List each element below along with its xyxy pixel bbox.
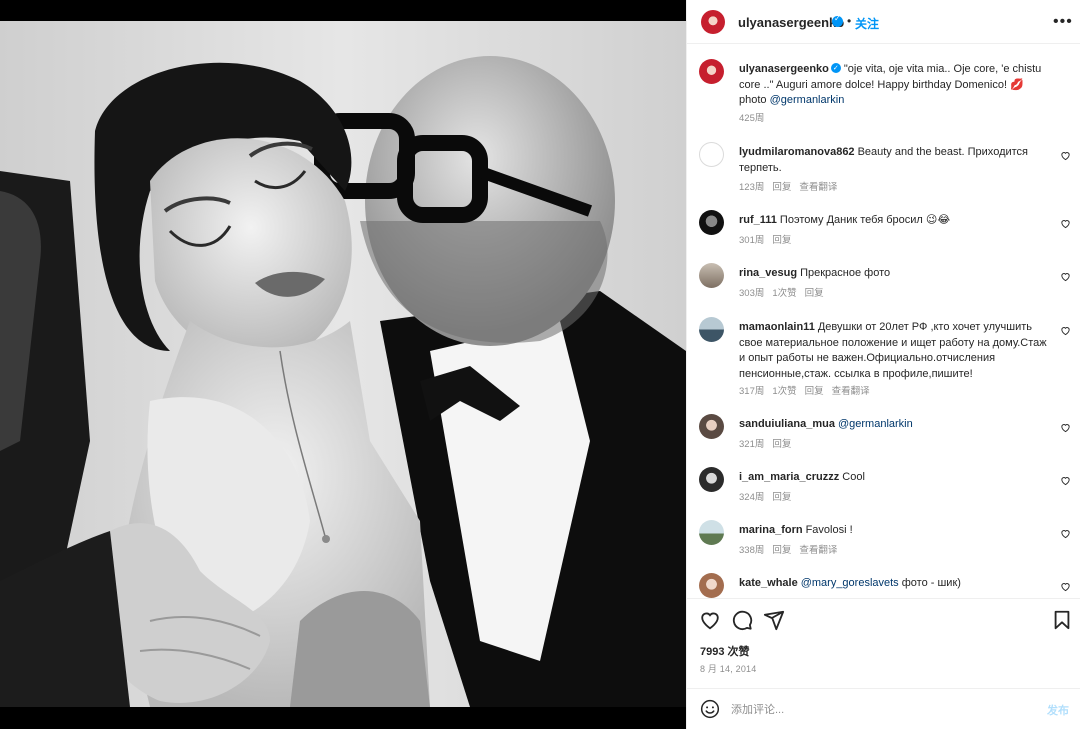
comment-username[interactable]: sanduiuliana_mua [739, 418, 835, 430]
comment-like-heart-icon[interactable] [1060, 475, 1071, 486]
post-side-panel: ulyanasergeenko • 关注 ••• ulyanasergeenko… [686, 0, 1080, 729]
comment-timestamp[interactable]: 324周 [739, 492, 764, 503]
see-translation-button[interactable]: 查看翻译 [832, 386, 870, 397]
comment-text-block: rina_vesug Прекрасное фото [739, 266, 1051, 282]
comment-timestamp[interactable]: 301周 [739, 235, 764, 246]
comment-text: Поэтому Даник тебя бросил 😉😂 [779, 214, 951, 226]
add-comment-input[interactable] [731, 702, 1031, 718]
post-actions: 7993 次赞 8 月 14, 2014 [687, 598, 1080, 688]
caption-meta: 425周 [739, 110, 772, 124]
see-translation-button[interactable]: 查看翻译 [799, 182, 837, 193]
reply-button[interactable]: 回复 [772, 439, 791, 450]
commenter-avatar[interactable] [699, 414, 724, 439]
reply-button[interactable]: 回复 [772, 545, 791, 556]
reply-button[interactable]: 回复 [805, 386, 824, 397]
share-icon[interactable] [763, 609, 785, 631]
reply-button[interactable]: 回复 [772, 235, 791, 246]
more-options-icon[interactable]: ••• [1053, 13, 1073, 31]
comment-text-block: sanduiuliana_mua @germanlarkin [739, 417, 1051, 433]
comment-like-count[interactable]: 1次赞 [772, 386, 796, 397]
comment-meta: 338周 回复 查看翻译 [739, 542, 845, 556]
comment-text: Прекрасное фото [800, 267, 891, 279]
post-photo[interactable] [0, 21, 686, 707]
comment-like-heart-icon[interactable] [1060, 271, 1071, 282]
comment-timestamp[interactable]: 321周 [739, 439, 764, 450]
comment-text-block: marina_forn Favolosi ! [739, 523, 1051, 539]
caption-text-block: ulyanasergeenko"oje vita, oje vita mia..… [739, 61, 1051, 109]
comment-like-heart-icon[interactable] [1060, 581, 1071, 592]
comment-username[interactable]: mamaonlain11 [739, 321, 815, 333]
comment-mention-link[interactable]: @germanlarkin [838, 418, 913, 430]
comment-meta: 301周 回复 [739, 232, 799, 246]
bookmark-icon[interactable] [1051, 609, 1073, 631]
emoji-icon[interactable] [700, 699, 720, 719]
comment-username[interactable]: lyudmilaromanova862 [739, 146, 855, 158]
comment-username[interactable]: ruf_111 [739, 214, 777, 226]
comment-text: фото - шик) [898, 577, 961, 589]
comment-username[interactable]: rina_vesug [739, 267, 797, 279]
comment-text: Cool [842, 471, 865, 483]
comment-like-count[interactable]: 1次赞 [772, 288, 796, 299]
caption-author-avatar[interactable] [699, 59, 724, 84]
comment-username[interactable]: i_am_maria_cruzzz [739, 471, 839, 483]
author-username[interactable]: ulyanasergeenko [738, 15, 844, 30]
commenter-avatar[interactable] [699, 263, 724, 288]
reply-button[interactable]: 回复 [805, 288, 824, 299]
comment-meta: 303周 1次赞 回复 [739, 285, 832, 299]
comment-meta: 317周 1次赞 回复 查看翻译 [739, 383, 878, 397]
follow-button[interactable]: 关注 [855, 15, 879, 32]
comment-icon[interactable] [731, 609, 753, 631]
commenter-avatar[interactable] [699, 520, 724, 545]
comment-timestamp[interactable]: 338周 [739, 545, 764, 556]
commenter-avatar[interactable] [699, 317, 724, 342]
comments-list[interactable]: ulyanasergeenko"oje vita, oje vita mia..… [687, 45, 1080, 598]
separator-dot: • [847, 14, 852, 28]
comment-like-heart-icon[interactable] [1060, 218, 1071, 229]
comment-meta: 321周 回复 [739, 436, 799, 450]
comment-mention-link[interactable]: @mary_goreslavets [801, 577, 899, 589]
see-translation-button[interactable]: 查看翻译 [799, 545, 837, 556]
comment-timestamp[interactable]: 303周 [739, 288, 764, 299]
comment-like-heart-icon[interactable] [1060, 150, 1071, 161]
commenter-avatar[interactable] [699, 467, 724, 492]
commenter-avatar[interactable] [699, 573, 724, 598]
comment-meta: 324周 回复 [739, 489, 799, 503]
post-comment-button[interactable]: 发布 [1047, 702, 1069, 718]
comment-like-heart-icon[interactable] [1060, 528, 1071, 539]
comment-timestamp[interactable]: 123周 [739, 182, 764, 193]
comment-like-heart-icon[interactable] [1060, 422, 1071, 433]
comment-like-heart-icon[interactable] [1060, 325, 1071, 336]
author-avatar[interactable] [701, 10, 725, 34]
comment-username[interactable]: marina_forn [739, 524, 803, 536]
comment-timestamp[interactable]: 317周 [739, 386, 764, 397]
caption-verified-badge-icon [830, 61, 841, 77]
comment-text-block: mamaonlain11 Девушки от 20лет РФ ,кто хоч… [739, 320, 1051, 382]
comment-text-block: ruf_111 Поэтому Даник тебя бросил 😉😂 [739, 213, 1051, 229]
caption-author-username[interactable]: ulyanasergeenko [739, 63, 829, 75]
reply-button[interactable]: 回复 [772, 182, 791, 193]
comment-text-block: kate_whale @mary_goreslavets фото - шик) [739, 576, 1051, 592]
post-photo-image [0, 21, 686, 707]
caption-mention-link[interactable]: @germanlarkin [770, 94, 845, 106]
heart-icon[interactable] [699, 609, 721, 631]
comment-text-block: lyudmilaromanova862 Beauty and the beast.… [739, 145, 1051, 176]
caption-timestamp[interactable]: 425周 [739, 113, 764, 124]
verified-badge-icon [832, 14, 843, 27]
like-count[interactable]: 7993 次赞 [700, 643, 750, 659]
commenter-avatar[interactable] [699, 210, 724, 235]
comment-composer: 发布 [687, 688, 1080, 729]
comment-meta: 123周 回复 查看翻译 [739, 179, 845, 193]
comment-text: Favolosi ! [805, 524, 853, 536]
comment-username[interactable]: kate_whale [739, 577, 798, 589]
reply-button[interactable]: 回复 [772, 492, 791, 503]
commenter-avatar[interactable] [699, 142, 724, 167]
comment-text-block: i_am_maria_cruzzz Cool [739, 470, 1051, 486]
post-header: ulyanasergeenko • 关注 ••• [687, 0, 1080, 44]
post-date[interactable]: 8 月 14, 2014 [700, 662, 756, 675]
